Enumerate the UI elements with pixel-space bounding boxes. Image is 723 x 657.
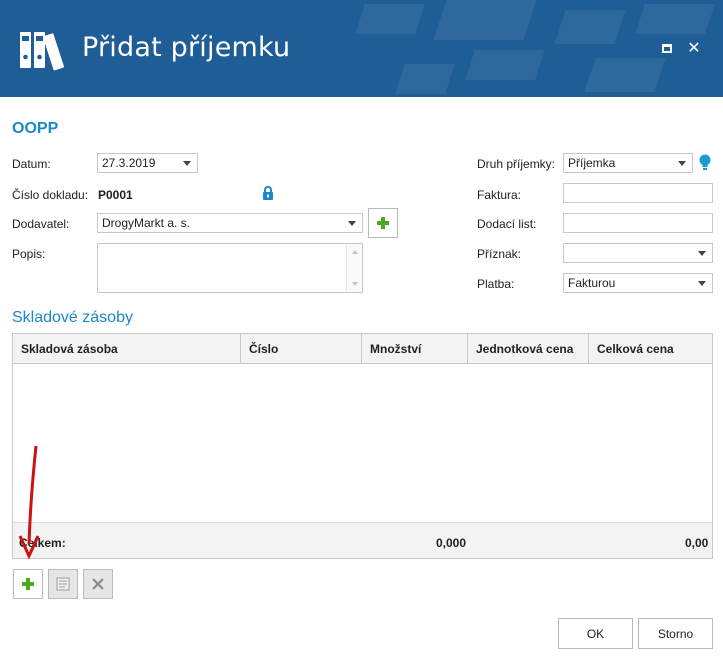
datum-value: 27.3.2019 bbox=[102, 156, 156, 170]
column-header-celkova-cena[interactable]: Celková cena bbox=[589, 334, 712, 363]
column-header-skladova-zasoba[interactable]: Skladová zásoba bbox=[13, 334, 241, 363]
plus-icon bbox=[22, 578, 34, 590]
faktura-label: Faktura: bbox=[477, 188, 522, 202]
storno-button[interactable]: Storno bbox=[638, 618, 713, 649]
druh-prijemky-label: Druh příjemky: bbox=[477, 157, 556, 171]
lock-icon[interactable] bbox=[262, 186, 274, 200]
scroll-down-icon bbox=[352, 282, 358, 286]
platba-label: Platba: bbox=[477, 277, 515, 291]
window-title: Přidat příjemku bbox=[82, 32, 291, 63]
close-icon: ✕ bbox=[687, 40, 701, 57]
popis-textarea[interactable] bbox=[97, 243, 363, 293]
datum-date-picker[interactable]: 27.3.2019 bbox=[97, 153, 198, 173]
druh-prijemky-select[interactable]: Příjemka bbox=[563, 153, 693, 173]
window-header: Přidat příjemku ✕ bbox=[0, 0, 723, 97]
column-header-cislo[interactable]: Číslo bbox=[241, 334, 362, 363]
plus-icon bbox=[377, 217, 389, 229]
dodaci-list-input[interactable] bbox=[563, 213, 713, 233]
add-item-button[interactable] bbox=[13, 569, 43, 599]
document-code: OOPP bbox=[12, 120, 59, 137]
edit-icon bbox=[56, 577, 70, 591]
priznak-select[interactable] bbox=[563, 243, 713, 263]
add-supplier-button[interactable] bbox=[368, 208, 398, 238]
cislo-dokladu-label: Číslo dokladu: bbox=[12, 188, 89, 202]
datum-label: Datum: bbox=[12, 157, 51, 171]
ok-button[interactable]: OK bbox=[558, 618, 633, 649]
dodavatel-select[interactable]: DrogyMarkt a. s. bbox=[97, 213, 363, 233]
druh-prijemky-value: Příjemka bbox=[568, 156, 616, 170]
maximize-button[interactable] bbox=[657, 38, 677, 58]
popis-scrollbar[interactable] bbox=[346, 244, 362, 292]
platba-select[interactable]: Fakturou bbox=[563, 273, 713, 293]
scroll-up-icon bbox=[352, 250, 358, 254]
delete-icon bbox=[92, 578, 104, 590]
grid-header: Skladová zásoba Číslo Množství Jednotkov… bbox=[13, 334, 712, 364]
cislo-dokladu-value: P0001 bbox=[98, 188, 133, 202]
dodavatel-label: Dodavatel: bbox=[12, 217, 70, 231]
maximize-icon bbox=[662, 43, 672, 53]
priznak-label: Příznak: bbox=[477, 247, 522, 261]
binders-icon bbox=[20, 32, 65, 71]
delete-item-button[interactable] bbox=[83, 569, 113, 599]
lightbulb-icon[interactable] bbox=[699, 154, 711, 171]
edit-item-button[interactable] bbox=[48, 569, 78, 599]
grid-totals-row: Celkem: 0,000 0,00 bbox=[13, 522, 712, 558]
faktura-input[interactable] bbox=[563, 183, 713, 203]
annotation-arrow-icon bbox=[18, 445, 40, 560]
dodavatel-value: DrogyMarkt a. s. bbox=[102, 216, 191, 230]
totals-quantity: 0,000 bbox=[436, 536, 467, 550]
column-header-mnozstvi[interactable]: Množství bbox=[362, 334, 468, 363]
stock-items-grid[interactable]: Skladová zásoba Číslo Množství Jednotkov… bbox=[12, 333, 713, 559]
popis-label: Popis: bbox=[12, 247, 46, 261]
dodaci-list-label: Dodací list: bbox=[477, 217, 537, 231]
platba-value: Fakturou bbox=[568, 276, 616, 290]
close-button[interactable]: ✕ bbox=[684, 38, 704, 58]
stock-section-title: Skladové zásoby bbox=[12, 309, 133, 326]
column-header-jednotkova-cena[interactable]: Jednotková cena bbox=[468, 334, 589, 363]
totals-price: 0,00 bbox=[685, 536, 709, 550]
